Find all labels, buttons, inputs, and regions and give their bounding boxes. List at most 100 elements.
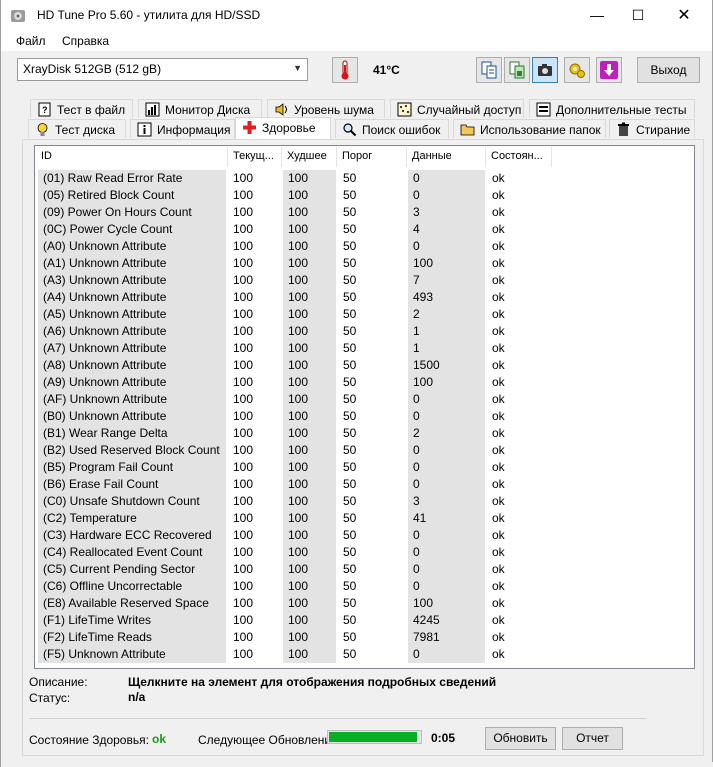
cell-data: 2 [408, 425, 485, 442]
cell-data: 0 [408, 544, 485, 561]
tab-benchmark[interactable]: Тест диска [28, 119, 126, 138]
table-row[interactable]: (05) Retired Block Count 100 100 50 0 ok [38, 187, 688, 204]
cell-threshold: 50 [343, 188, 357, 202]
description-label: Описание: [29, 675, 88, 689]
table-row[interactable]: (A8) Unknown Attribute 100 100 50 1500 ok [38, 357, 688, 374]
svg-text:?: ? [42, 105, 48, 115]
tab-error-scan[interactable]: Поиск ошибок [335, 119, 449, 138]
tab-info[interactable]: Информация [130, 119, 235, 138]
table-row[interactable]: (B6) Erase Fail Count 100 100 50 0 ok [38, 476, 688, 493]
title-bar[interactable]: HD Tune Pro 5.60 - утилита для HD/SSD — … [1, 0, 712, 31]
col-header-worst[interactable]: Худшее [282, 147, 337, 167]
cell-status: ok [492, 290, 505, 304]
table-row[interactable]: (F2) LifeTime Reads 100 100 50 7981 ok [38, 629, 688, 646]
table-row[interactable]: (B5) Program Fail Count 100 100 50 0 ok [38, 459, 688, 476]
exit-button[interactable]: Выход [637, 57, 700, 83]
table-row[interactable]: (F5) Unknown Attribute 100 100 50 0 ok [38, 646, 688, 663]
table-row[interactable]: (A3) Unknown Attribute 100 100 50 7 ok [38, 272, 688, 289]
tab-random-access[interactable]: Случайный доступ [390, 99, 524, 118]
cell-threshold: 50 [343, 256, 357, 270]
col-header-data[interactable]: Данные [407, 147, 486, 167]
copy-text-button[interactable] [476, 57, 502, 83]
cell-data: 0 [408, 578, 485, 595]
table-row[interactable]: (E8) Available Reserved Space 100 100 50 100… [38, 595, 688, 612]
tab-folder-usage[interactable]: Использование папок [453, 119, 606, 138]
tab-health[interactable]: Здоровье [235, 117, 331, 139]
table-row[interactable]: (B1) Wear Range Delta 100 100 50 2 ok [38, 425, 688, 442]
cell-current: 100 [233, 477, 254, 491]
tab-erase[interactable]: Стирание [609, 119, 695, 138]
table-row[interactable]: (C0) Unsafe Shutdown Count 100 100 50 3 ok [38, 493, 688, 510]
extra-tests-icon [536, 102, 551, 117]
table-row[interactable]: (C4) Reallocated Event Count 100 100 50 0 ok [38, 544, 688, 561]
table-row[interactable]: (C6) Offline Uncorrectable 100 100 50 0 ok [38, 578, 688, 595]
table-row[interactable]: (C3) Hardware ECC Recovered 100 100 50 0 ok [38, 527, 688, 544]
table-row[interactable]: (A9) Unknown Attribute 100 100 50 100 ok [38, 374, 688, 391]
drive-select[interactable]: XrayDisk 512GB (512 gB) ▼ [17, 58, 308, 81]
health-status-value: ok [152, 732, 167, 746]
table-row[interactable]: (01) Raw Read Error Rate 100 100 50 0 ok [38, 170, 688, 187]
next-update-label: Следующее Обновление: [198, 733, 342, 747]
cell-id: (B5) Program Fail Count [38, 459, 226, 476]
copy-image-button[interactable] [504, 57, 530, 83]
table-row[interactable]: (C2) Temperature 100 100 50 41 ok [38, 510, 688, 527]
thermometer-button[interactable] [332, 57, 358, 83]
col-header-current[interactable]: Текущ... [228, 147, 282, 167]
table-row[interactable]: (B2) Used Reserved Block Count 100 100 50 0 o… [38, 442, 688, 459]
refresh-button[interactable]: Обновить [485, 727, 556, 750]
cell-status: ok [492, 579, 505, 593]
table-row[interactable]: (AF) Unknown Attribute 100 100 50 0 ok [38, 391, 688, 408]
cell-status: ok [492, 562, 505, 576]
tab-disk-monitor[interactable]: Монитор Диска [138, 99, 262, 118]
table-row[interactable]: (A4) Unknown Attribute 100 100 50 493 ok [38, 289, 688, 306]
cell-current: 100 [233, 358, 254, 372]
table-row[interactable]: (A7) Unknown Attribute 100 100 50 1 ok [38, 340, 688, 357]
cell-threshold: 50 [343, 630, 357, 644]
screenshot-button[interactable] [532, 57, 558, 83]
options-button[interactable] [564, 57, 590, 83]
table-row[interactable]: (B0) Unknown Attribute 100 100 50 0 ok [38, 408, 688, 425]
cell-id: (0C) Power Cycle Count [38, 221, 226, 238]
cell-status: ok [492, 324, 505, 338]
table-row[interactable]: (A5) Unknown Attribute 100 100 50 2 ok [38, 306, 688, 323]
cell-threshold: 50 [343, 545, 357, 559]
cell-status: ok [492, 307, 505, 321]
table-row[interactable]: (A1) Unknown Attribute 100 100 50 100 ok [38, 255, 688, 272]
thermometer-icon [341, 60, 349, 80]
table-row[interactable]: (A6) Unknown Attribute 100 100 50 1 ok [38, 323, 688, 340]
info-icon [137, 122, 152, 137]
cell-worst: 100 [283, 629, 336, 646]
menu-file[interactable]: Файл [16, 34, 46, 48]
report-button[interactable]: Отчет [562, 727, 623, 750]
table-row[interactable]: (A0) Unknown Attribute 100 100 50 0 ok [38, 238, 688, 255]
close-button[interactable]: ✕ [661, 0, 707, 31]
col-header-threshold[interactable]: Порог [337, 147, 407, 167]
cell-current: 100 [233, 596, 254, 610]
save-button[interactable] [596, 57, 622, 83]
tab-extra-tests[interactable]: Дополнительные тесты [529, 99, 695, 118]
cell-data: 0 [408, 170, 485, 187]
col-header-status[interactable]: Состоян... [486, 147, 552, 167]
table-row[interactable]: (09) Power On Hours Count 100 100 50 3 ok [38, 204, 688, 221]
tab-file-test[interactable]: ? Тест в файл [30, 99, 133, 118]
cell-current: 100 [233, 222, 254, 236]
maximize-button[interactable]: ☐ [615, 0, 661, 31]
tab-noise-level[interactable]: Уровень шума [267, 99, 385, 118]
minimize-button[interactable]: — [574, 0, 620, 31]
cell-threshold: 50 [343, 341, 357, 355]
cell-worst: 100 [283, 493, 336, 510]
menu-help[interactable]: Справка [62, 34, 109, 48]
cell-id: (C6) Offline Uncorrectable [38, 578, 226, 595]
cell-worst: 100 [283, 561, 336, 578]
cell-threshold: 50 [343, 511, 357, 525]
cell-id: (A9) Unknown Attribute [38, 374, 226, 391]
cell-status: ok [492, 460, 505, 474]
table-row[interactable]: (F1) LifeTime Writes 100 100 50 4245 ok [38, 612, 688, 629]
cell-status: ok [492, 256, 505, 270]
cell-status: ok [492, 205, 505, 219]
col-header-id[interactable]: ID [36, 147, 228, 167]
table-row[interactable]: (0C) Power Cycle Count 100 100 50 4 ok [38, 221, 688, 238]
health-status-label: Состояние Здоровья: [29, 733, 149, 747]
cell-data: 3 [408, 204, 485, 221]
table-row[interactable]: (C5) Current Pending Sector 100 100 50 0 ok [38, 561, 688, 578]
